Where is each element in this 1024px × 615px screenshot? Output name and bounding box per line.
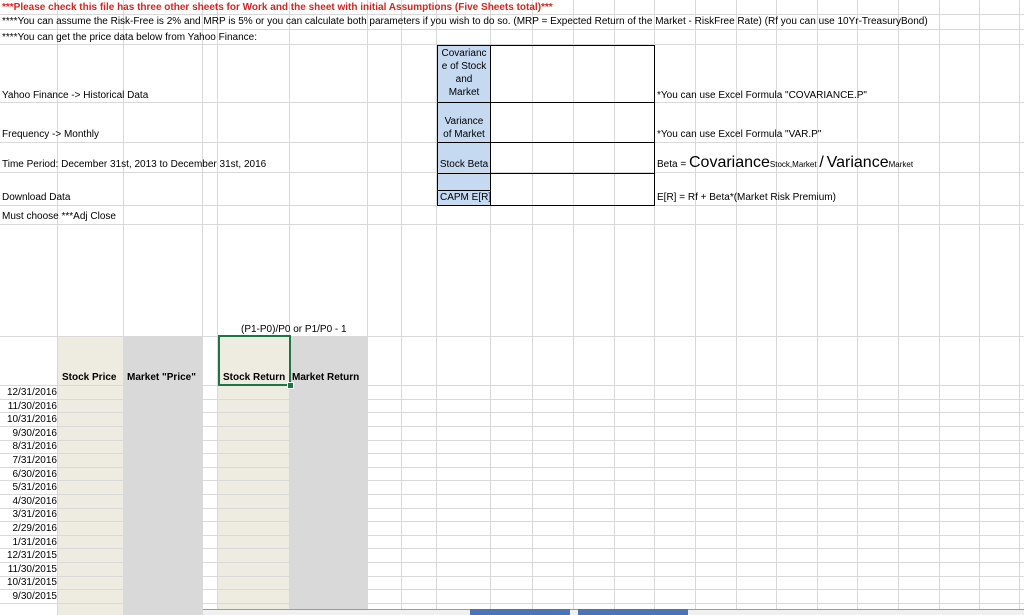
date-cell: 6/30/2016 bbox=[12, 468, 58, 480]
date-cell: 12/31/2015 bbox=[6, 550, 57, 562]
date-cell: 1/31/2016 bbox=[12, 536, 58, 548]
date-cell: 11/30/2015 bbox=[7, 563, 57, 575]
assumptions-note: ****You can assume the Risk-Free is 2% a… bbox=[2, 16, 928, 27]
covariance-label: Covarianc e of Stock and Market bbox=[441, 48, 487, 98]
date-cell: 12/31/2016 bbox=[6, 387, 57, 398]
date-cell: 2/29/2016 bbox=[12, 523, 58, 534]
price-source-note: ****You can get the price data below fro… bbox=[2, 32, 257, 43]
variance-hint: *You can use Excel Formula "VAR.P" bbox=[657, 129, 822, 140]
header-stock-price: Stock Price bbox=[62, 372, 117, 383]
instruction-frequency: Frequency -> Monthly bbox=[2, 129, 99, 140]
covariance-hint: *You can use Excel Formula "COVARIANCE.P… bbox=[657, 90, 867, 101]
selected-cell[interactable] bbox=[218, 335, 291, 386]
sheet-tab[interactable] bbox=[578, 609, 688, 615]
date-cell: 11/30/2016 bbox=[7, 400, 57, 412]
date-cell: 4/30/2016 bbox=[12, 495, 58, 507]
beta-formula: Beta = CovarianceStock,Market / Variance… bbox=[657, 154, 914, 171]
capm-hint: E[R] = Rf + Beta*(Market Risk Premium) bbox=[657, 192, 836, 203]
date-cell: 10/31/2016 bbox=[6, 414, 57, 426]
capm-value-cell[interactable] bbox=[491, 174, 654, 205]
date-cell: 7/31/2016 bbox=[12, 455, 58, 466]
sheet-tab[interactable] bbox=[470, 609, 570, 615]
beta-label: Stock Beta bbox=[439, 159, 489, 170]
instruction-period: Time Period: December 31st, 2013 to Dece… bbox=[2, 159, 267, 170]
date-cell: 8/31/2016 bbox=[12, 441, 58, 453]
instruction-source: Yahoo Finance -> Historical Data bbox=[2, 90, 149, 101]
instruction-must-choose: Must choose ***Adj Close bbox=[2, 211, 116, 222]
date-cell: 10/31/2015 bbox=[6, 577, 57, 589]
covariance-value-cell[interactable] bbox=[491, 46, 654, 102]
spreadsheet-grid[interactable]: ***Please check this file has three othe… bbox=[0, 0, 1024, 615]
sheets-warning-note: ***Please check this file has three othe… bbox=[2, 2, 553, 13]
header-market-return: Market Return bbox=[292, 372, 360, 383]
instruction-download: Download Data bbox=[2, 192, 71, 203]
variance-value-cell[interactable] bbox=[491, 103, 654, 142]
header-market-price: Market "Price" bbox=[127, 372, 196, 383]
date-cell: 9/30/2015 bbox=[12, 591, 58, 602]
capm-label-cell-border bbox=[437, 190, 491, 206]
variance-label: Variance of Market bbox=[443, 116, 485, 140]
date-cell: 9/30/2016 bbox=[12, 427, 58, 439]
date-cell: 3/31/2016 bbox=[12, 509, 58, 521]
fill-handle[interactable] bbox=[287, 382, 294, 389]
date-cell: 5/31/2016 bbox=[12, 482, 58, 494]
beta-value-cell[interactable] bbox=[491, 143, 654, 173]
